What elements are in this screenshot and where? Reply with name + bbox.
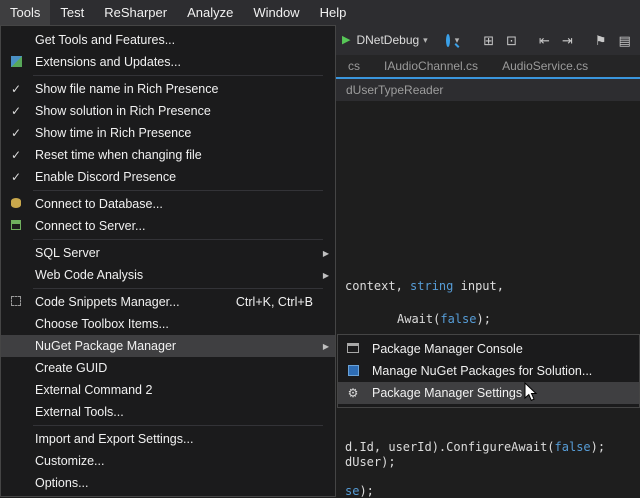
menubar-item-window[interactable]: Window bbox=[243, 0, 309, 25]
menu-item-label: Import and Export Settings... bbox=[31, 432, 335, 446]
menu-item-label: Choose Toolbox Items... bbox=[31, 317, 335, 331]
outdent-icon[interactable]: ⇤ bbox=[539, 34, 550, 47]
submenu-item-label: Package Manager Settings bbox=[368, 386, 639, 400]
checkmark-icon: ✓ bbox=[1, 127, 31, 139]
tab-clipped[interactable]: cs bbox=[336, 55, 372, 77]
navigation-bar-symbol[interactable]: dUserTypeReader bbox=[346, 83, 443, 97]
menu-item-code-snippets-manager[interactable]: Code Snippets Manager... Ctrl+K, Ctrl+B bbox=[1, 291, 335, 313]
menu-item-extensions-and-updates[interactable]: Extensions and Updates... bbox=[1, 51, 335, 73]
checkmark-icon: ✓ bbox=[1, 105, 31, 117]
menu-item-label: Reset time when changing file bbox=[31, 148, 335, 162]
menubar-item-resharper[interactable]: ReSharper bbox=[94, 0, 177, 25]
debug-target-selector[interactable]: DNetDebug bbox=[356, 34, 419, 46]
menu-item-label: NuGet Package Manager bbox=[31, 339, 313, 353]
menu-item-label: Show file name in Rich Presence bbox=[31, 82, 335, 96]
tab-iaudiochannel[interactable]: IAudioChannel.cs bbox=[372, 55, 490, 77]
menu-item-label: Show solution in Rich Presence bbox=[31, 104, 335, 118]
menubar-item-test[interactable]: Test bbox=[50, 0, 94, 25]
database-icon bbox=[11, 198, 21, 208]
menu-item-label: Create GUID bbox=[31, 361, 335, 375]
start-debugging-icon[interactable]: ▶ bbox=[342, 35, 350, 46]
menu-item-shortcut: Ctrl+K, Ctrl+B bbox=[236, 295, 313, 309]
menu-item-label: External Tools... bbox=[31, 405, 335, 419]
server-icon bbox=[11, 220, 21, 230]
submenu-item-package-manager-settings[interactable]: ⚙ Package Manager Settings bbox=[338, 382, 639, 404]
menu-item-label: Extensions and Updates... bbox=[31, 55, 335, 69]
code-line: context, string input, bbox=[345, 279, 504, 293]
code-line: dUser); bbox=[345, 455, 396, 469]
menu-separator bbox=[33, 425, 323, 426]
menubar-item-analyze[interactable]: Analyze bbox=[177, 0, 243, 25]
menu-item-label: External Command 2 bbox=[31, 383, 335, 397]
menu-item-external-tools[interactable]: External Tools... bbox=[1, 401, 335, 423]
tab-audioservice[interactable]: AudioService.cs bbox=[490, 55, 600, 77]
menu-item-web-code-analysis[interactable]: Web Code Analysis ▶ bbox=[1, 264, 335, 286]
menu-item-choose-toolbox-items[interactable]: Choose Toolbox Items... bbox=[1, 313, 335, 335]
menu-item-label: Options... bbox=[31, 476, 335, 490]
tools-menu: Get Tools and Features... Extensions and… bbox=[0, 25, 336, 497]
submenu-item-label: Package Manager Console bbox=[368, 342, 639, 356]
submenu-item-label: Manage NuGet Packages for Solution... bbox=[368, 364, 639, 378]
menu-item-label: SQL Server bbox=[31, 246, 313, 260]
chevron-down-icon[interactable]: ▾ bbox=[423, 36, 428, 45]
code-snippets-icon bbox=[11, 296, 21, 306]
indent-icon[interactable]: ⇥ bbox=[562, 34, 573, 47]
submenu-item-package-manager-console[interactable]: Package Manager Console bbox=[338, 338, 639, 360]
menu-item-nuget-package-manager[interactable]: NuGet Package Manager ▶ bbox=[1, 335, 335, 357]
new-window-icon[interactable]: ⊞ bbox=[483, 34, 494, 47]
menu-separator bbox=[33, 288, 323, 289]
menu-item-label: Web Code Analysis bbox=[31, 268, 313, 282]
menu-item-enable-discord-presence[interactable]: ✓ Enable Discord Presence bbox=[1, 166, 335, 188]
menu-item-external-command-2[interactable]: External Command 2 bbox=[1, 379, 335, 401]
code-line: se); bbox=[345, 484, 374, 498]
package-icon bbox=[348, 365, 359, 376]
menu-item-show-time-in-rich-presence[interactable]: ✓ Show time in Rich Presence bbox=[1, 122, 335, 144]
submenu-arrow-icon: ▶ bbox=[313, 249, 335, 258]
extensions-icon bbox=[11, 56, 22, 67]
menu-item-create-guid[interactable]: Create GUID bbox=[1, 357, 335, 379]
code-line: d.Id, userId).ConfigureAwait(false); bbox=[345, 440, 605, 454]
console-icon bbox=[347, 343, 359, 353]
window-layout-icon[interactable]: ⊡ bbox=[506, 34, 517, 47]
search-icon[interactable] bbox=[446, 34, 450, 47]
menu-separator bbox=[33, 75, 323, 76]
checkmark-icon: ✓ bbox=[1, 83, 31, 95]
gear-icon: ⚙ bbox=[338, 387, 368, 399]
nuget-package-manager-submenu: Package Manager Console Manage NuGet Pac… bbox=[337, 334, 640, 408]
submenu-arrow-icon: ▶ bbox=[313, 342, 335, 351]
menu-item-get-tools-and-features[interactable]: Get Tools and Features... bbox=[1, 29, 335, 51]
menu-item-label: Customize... bbox=[31, 454, 335, 468]
menu-item-label: Enable Discord Presence bbox=[31, 170, 335, 184]
menu-item-options[interactable]: Options... bbox=[1, 472, 335, 494]
menu-item-label: Get Tools and Features... bbox=[31, 33, 335, 47]
code-line: Await(false); bbox=[397, 312, 491, 326]
submenu-item-manage-nuget-packages-for-solution[interactable]: Manage NuGet Packages for Solution... bbox=[338, 360, 639, 382]
checkmark-icon: ✓ bbox=[1, 171, 31, 183]
mouse-cursor bbox=[524, 382, 538, 402]
bookmark-icon[interactable]: ⚑ bbox=[595, 34, 607, 47]
menu-item-label: Connect to Database... bbox=[31, 197, 335, 211]
checkmark-icon: ✓ bbox=[1, 149, 31, 161]
menu-item-connect-to-database[interactable]: Connect to Database... bbox=[1, 193, 335, 215]
menu-item-label: Code Snippets Manager... bbox=[31, 295, 236, 309]
menu-separator bbox=[33, 239, 323, 240]
menu-item-reset-time-when-changing-file[interactable]: ✓ Reset time when changing file bbox=[1, 144, 335, 166]
menu-item-label: Show time in Rich Presence bbox=[31, 126, 335, 140]
menu-bar: Tools Test ReSharper Analyze Window Help bbox=[0, 0, 640, 25]
menu-item-customize[interactable]: Customize... bbox=[1, 450, 335, 472]
menu-item-show-solution-in-rich-presence[interactable]: ✓ Show solution in Rich Presence bbox=[1, 100, 335, 122]
menu-item-import-and-export-settings[interactable]: Import and Export Settings... bbox=[1, 428, 335, 450]
menu-item-label: Connect to Server... bbox=[31, 219, 335, 233]
submenu-arrow-icon: ▶ bbox=[313, 271, 335, 280]
menu-item-show-file-name-in-rich-presence[interactable]: ✓ Show file name in Rich Presence bbox=[1, 78, 335, 100]
comment-icon[interactable]: ▤ bbox=[619, 34, 631, 47]
menubar-item-tools[interactable]: Tools bbox=[0, 0, 50, 25]
menubar-item-help[interactable]: Help bbox=[310, 0, 357, 25]
menu-separator bbox=[33, 190, 323, 191]
menu-item-sql-server[interactable]: SQL Server ▶ bbox=[1, 242, 335, 264]
menu-item-connect-to-server[interactable]: Connect to Server... bbox=[1, 215, 335, 237]
